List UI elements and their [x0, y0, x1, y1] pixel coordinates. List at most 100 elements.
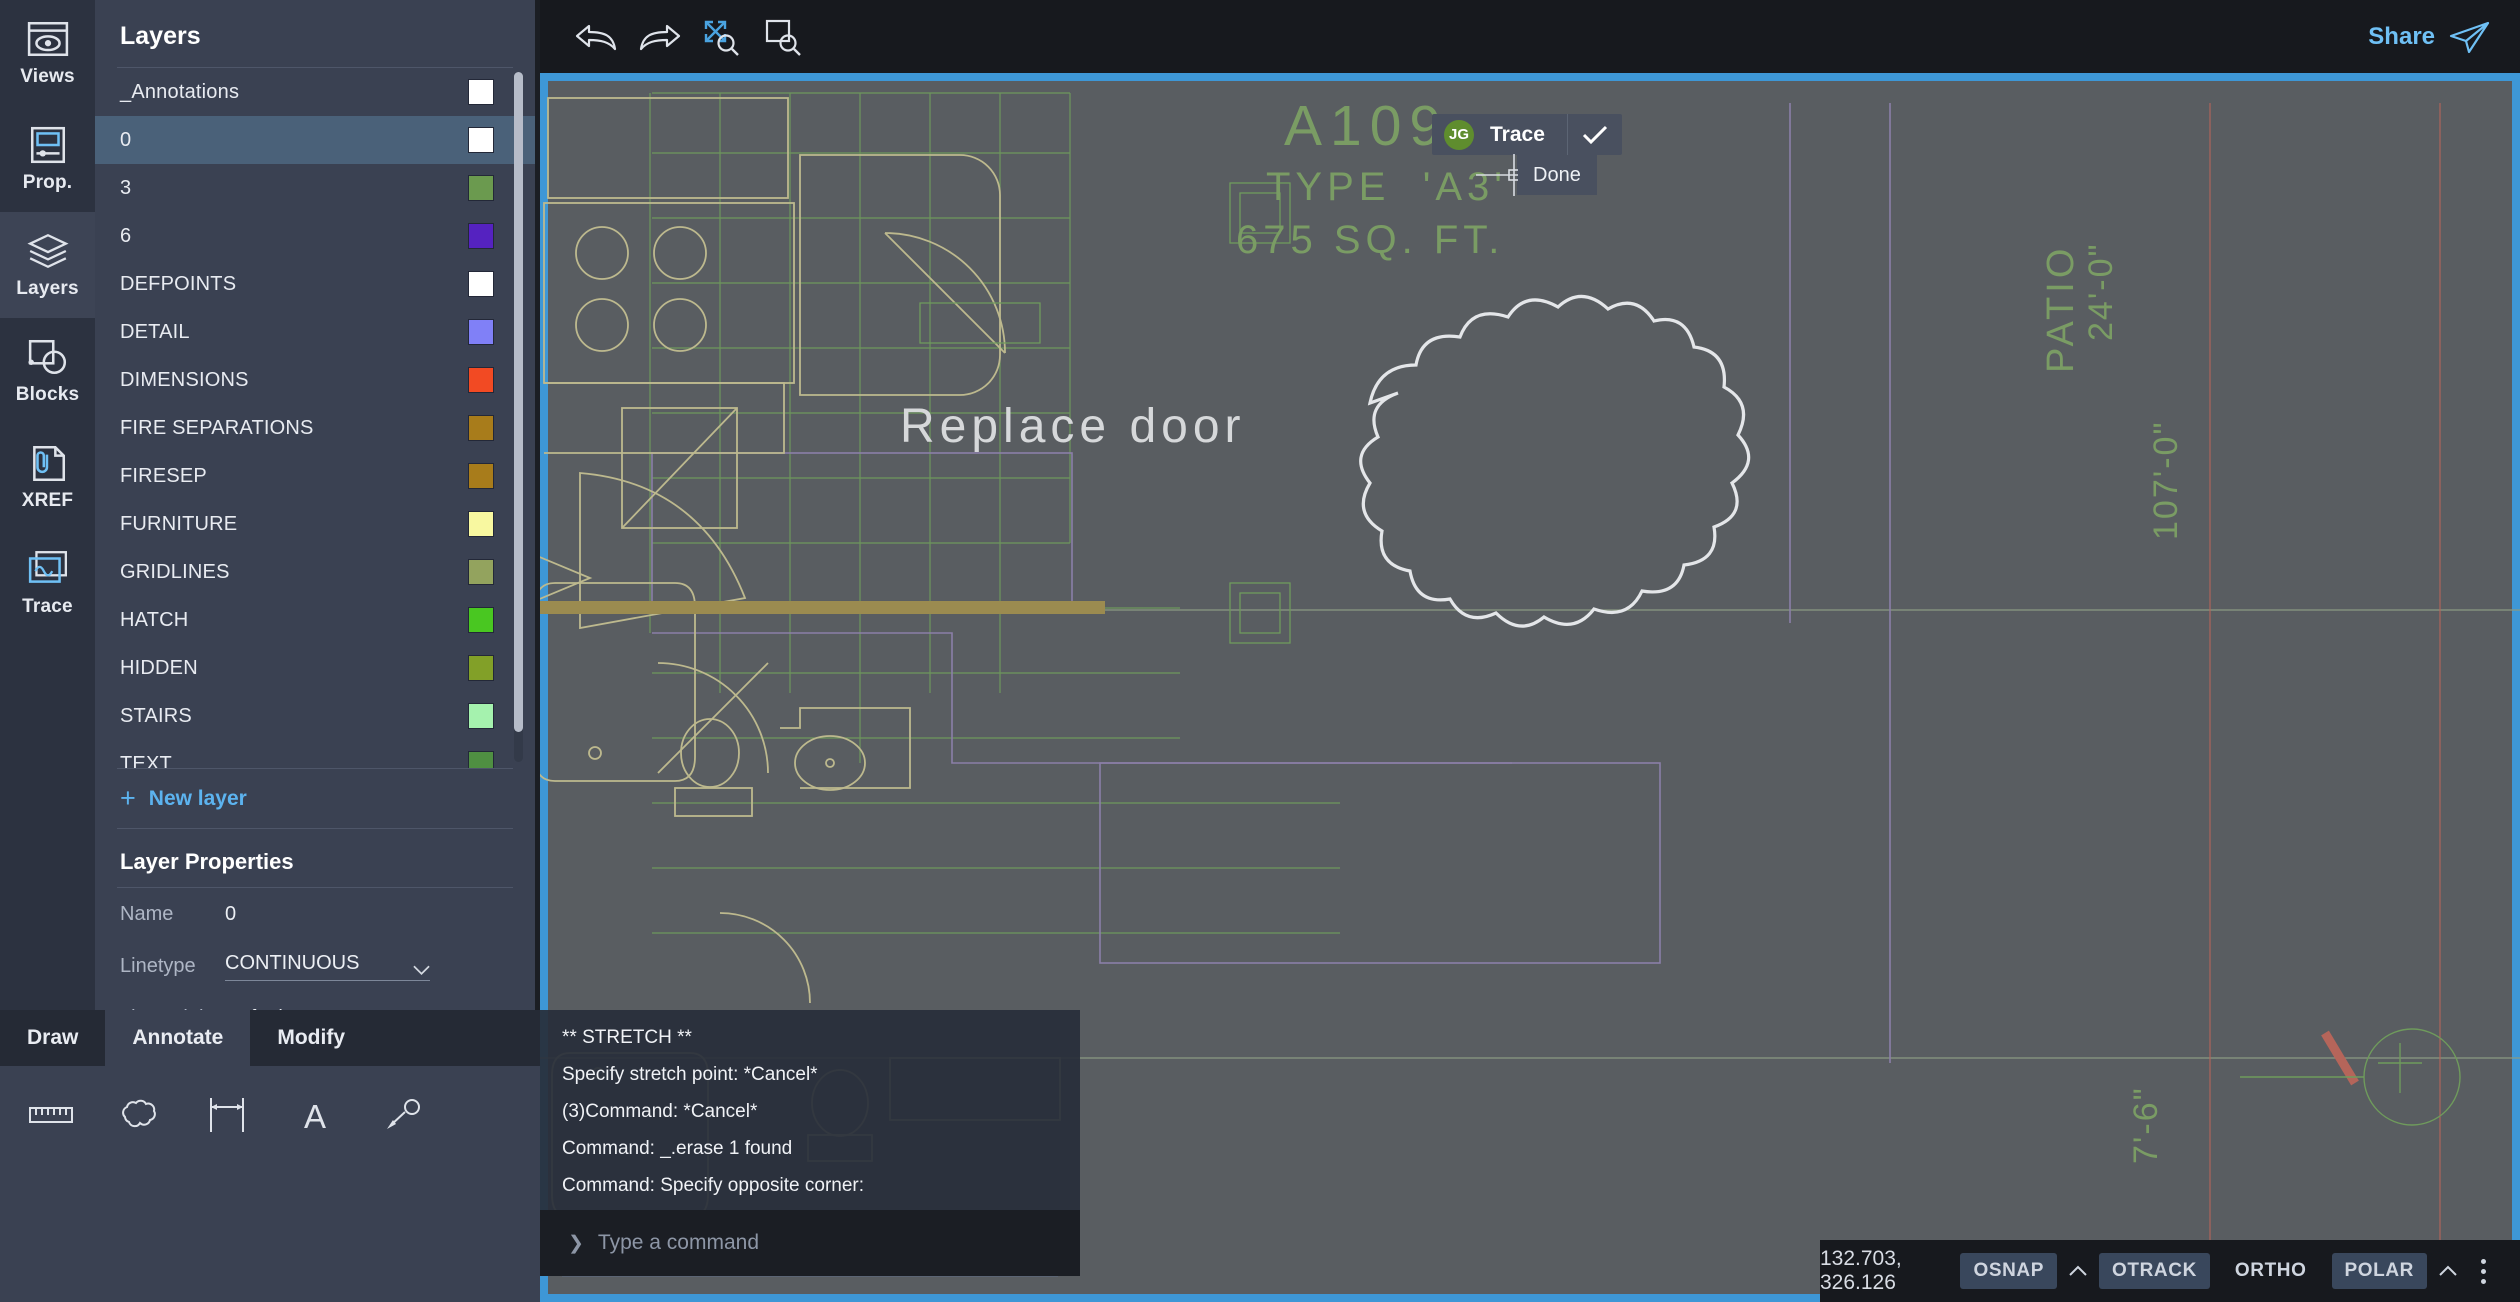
new-layer-button[interactable]: + New layer — [95, 769, 535, 828]
layer-color-swatch[interactable] — [468, 703, 494, 729]
layer-row[interactable]: DIMENSIONS — [95, 356, 535, 404]
share-button[interactable]: Share — [2368, 20, 2520, 54]
zoom-window-icon — [763, 17, 803, 57]
plus-icon: + — [120, 785, 136, 812]
status-toggle-group: OSNAP OTRACK ORTHO POLAR — [1960, 1253, 2457, 1289]
panel-title: Layers — [95, 0, 535, 67]
layer-row[interactable]: TEXT — [95, 740, 535, 768]
layer-row[interactable]: HATCH — [95, 596, 535, 644]
layer-color-swatch[interactable] — [468, 223, 494, 249]
layer-name: 0 — [120, 129, 468, 152]
layer-row[interactable]: HIDDEN — [95, 644, 535, 692]
layer-row[interactable]: _Annotations — [95, 68, 535, 116]
command-line-panel: ** STRETCH **Specify stretch point: *Can… — [540, 1010, 1080, 1302]
layer-color-swatch[interactable] — [468, 607, 494, 633]
trace-banner: JG Trace — [1432, 114, 1622, 155]
layer-row[interactable]: STAIRS — [95, 692, 535, 740]
layer-color-swatch[interactable] — [468, 319, 494, 345]
rail-item-label: Blocks — [16, 384, 80, 406]
redo-icon — [637, 22, 681, 52]
layer-row[interactable]: GRIDLINES — [95, 548, 535, 596]
layer-name: 3 — [120, 177, 468, 200]
layer-color-swatch[interactable] — [468, 271, 494, 297]
redo-button[interactable] — [628, 6, 690, 68]
zoom-extents-button[interactable] — [690, 6, 752, 68]
layer-row[interactable]: FIRE SEPARATIONS — [95, 404, 535, 452]
layer-name: FIRE SEPARATIONS — [120, 417, 468, 440]
layer-color-swatch[interactable] — [468, 415, 494, 441]
tool-revision-cloud[interactable] — [110, 1088, 168, 1142]
property-row-name: Name 0 — [95, 888, 535, 940]
layer-row[interactable]: 3 — [95, 164, 535, 212]
send-icon — [2448, 20, 2490, 54]
layer-color-swatch[interactable] — [468, 463, 494, 489]
layer-name: FURNITURE — [120, 513, 468, 536]
scrollbar-thumb[interactable] — [514, 72, 523, 732]
tool-dimension[interactable] — [198, 1088, 256, 1142]
properties-icon — [27, 125, 69, 165]
layer-color-swatch[interactable] — [468, 511, 494, 537]
layer-name: STAIRS — [120, 705, 468, 728]
leader-icon — [384, 1099, 422, 1131]
canvas-toolbar: Share — [540, 0, 2520, 73]
zoom-window-button[interactable] — [752, 6, 814, 68]
check-icon — [1582, 125, 1608, 145]
layer-color-swatch[interactable] — [468, 559, 494, 585]
trace-done-button[interactable] — [1568, 125, 1622, 145]
rail-item-label: XREF — [22, 490, 73, 512]
chevron-up-icon[interactable] — [2069, 1265, 2087, 1277]
property-row-linetype[interactable]: Linetype CONTINUOUS — [95, 940, 535, 992]
avatar: JG — [1444, 120, 1474, 150]
rail-item-xref[interactable]: XREF — [0, 424, 95, 530]
layer-color-swatch[interactable] — [468, 79, 494, 105]
status-toggle-polar[interactable]: POLAR — [2332, 1253, 2428, 1289]
layer-row[interactable]: FURNITURE — [95, 500, 535, 548]
autocad-web-app: Views Prop. Layers — [0, 0, 2520, 1302]
rail-item-blocks[interactable]: Blocks — [0, 318, 95, 424]
rail-item-properties[interactable]: Prop. — [0, 106, 95, 212]
ribbon-tab-draw[interactable]: Draw — [0, 1010, 105, 1066]
rail-item-label: Views — [20, 66, 75, 88]
ribbon-tab-annotate[interactable]: Annotate — [105, 1010, 250, 1066]
rail-item-label: Trace — [22, 596, 73, 618]
views-icon — [27, 19, 69, 59]
tool-leader[interactable] — [374, 1088, 432, 1142]
rail-item-layers[interactable]: Layers — [0, 212, 95, 318]
property-value: 0 — [225, 903, 236, 926]
blocks-icon — [27, 337, 69, 377]
chevron-up-icon[interactable] — [2439, 1265, 2457, 1277]
command-placeholder: Type a command — [598, 1231, 759, 1255]
layer-name: DEFPOINTS — [120, 273, 468, 296]
measure-icon — [29, 1103, 73, 1127]
coordinates-readout: 132.703, 326.126 — [1820, 1247, 1936, 1295]
layer-row[interactable]: FIRESEP — [95, 452, 535, 500]
layer-row[interactable]: DETAIL — [95, 308, 535, 356]
tool-measure[interactable] — [22, 1088, 80, 1142]
layer-row[interactable]: 6 — [95, 212, 535, 260]
layer-list[interactable]: _Annotations 0 3 6 DEFPOINTS DETAILDIMENSIONS… — [95, 68, 535, 768]
layer-name: HATCH — [120, 609, 468, 632]
layer-list-scrollbar[interactable] — [514, 72, 523, 762]
linetype-select[interactable]: CONTINUOUS — [225, 952, 430, 981]
layer-row[interactable]: DEFPOINTS — [95, 260, 535, 308]
tool-text[interactable]: A — [286, 1088, 344, 1142]
status-bar: 132.703, 326.126 OSNAP OTRACK ORTHO POLAR — [1820, 1240, 2520, 1302]
command-input[interactable]: ❯ Type a command — [540, 1210, 1080, 1276]
ribbon-tools: A — [0, 1066, 540, 1142]
layer-color-swatch[interactable] — [468, 655, 494, 681]
status-toggle-otrack[interactable]: OTRACK — [2099, 1253, 2210, 1289]
more-options-icon[interactable] — [2475, 1255, 2492, 1288]
status-toggle-ortho[interactable]: ORTHO — [2222, 1253, 2320, 1289]
layer-color-swatch[interactable] — [468, 127, 494, 153]
layer-color-swatch[interactable] — [468, 175, 494, 201]
rail-item-trace[interactable]: Trace — [0, 530, 95, 636]
done-tooltip: Done — [1517, 155, 1597, 195]
layer-color-swatch[interactable] — [468, 367, 494, 393]
status-toggle-osnap[interactable]: OSNAP — [1960, 1253, 2057, 1289]
undo-button[interactable] — [566, 6, 628, 68]
linetype-value: CONTINUOUS — [225, 952, 359, 975]
ribbon-tab-modify[interactable]: Modify — [250, 1010, 372, 1066]
layer-color-swatch[interactable] — [468, 751, 494, 768]
layer-row[interactable]: 0 — [95, 116, 535, 164]
rail-item-views[interactable]: Views — [0, 0, 95, 106]
